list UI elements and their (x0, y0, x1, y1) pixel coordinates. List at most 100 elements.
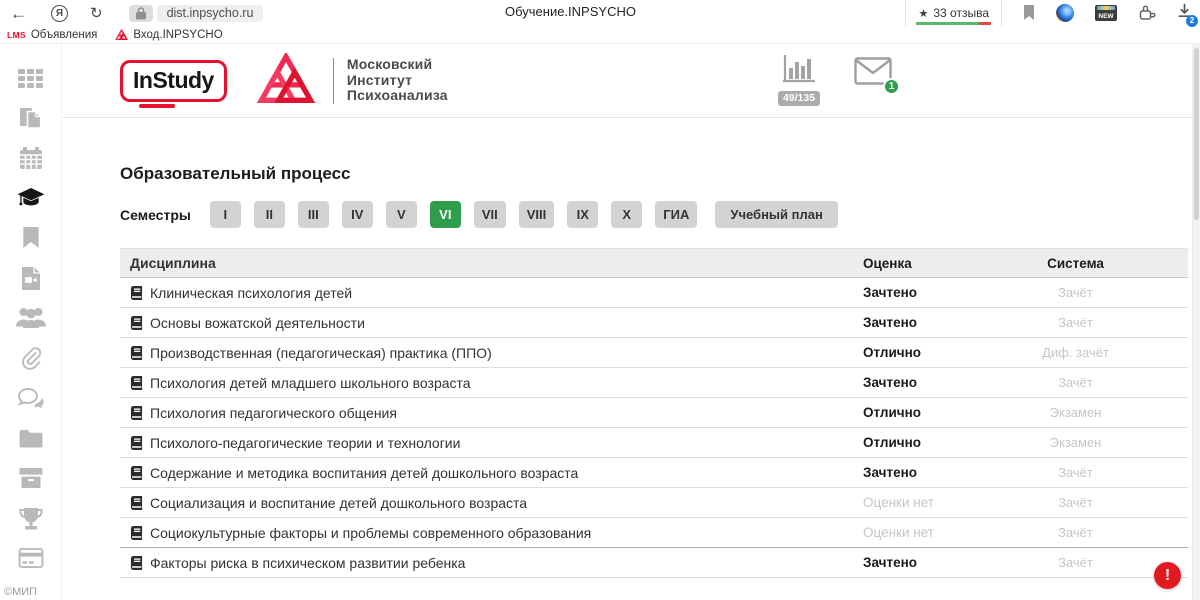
video-file-icon[interactable] (0, 258, 61, 298)
semester-buttons: IIIIIIIVVVIVIIVIIIIXXГИАУчебный план (210, 201, 838, 228)
main-area: InStudy Московский Институт Психоанализа (62, 44, 1200, 600)
discipline-cell[interactable]: Производственная (педагогическая) практи… (120, 345, 863, 361)
grade-cell: Оценки нет (863, 525, 963, 540)
semester-button-II[interactable]: II (254, 201, 285, 228)
yandex-icon[interactable]: Я (51, 5, 68, 22)
table-row[interactable]: Производственная (педагогическая) практи… (120, 338, 1188, 368)
content-area: ©МИП InStudy Московский Институт Психоан… (0, 44, 1200, 600)
bookmark-flag-icon[interactable] (1023, 5, 1035, 21)
discipline-name: Психолого-педагогические теории и технол… (150, 435, 460, 451)
grade-cell: Отлично (863, 345, 963, 360)
table-row[interactable]: Социализация и воспитание детей дошкольн… (120, 488, 1188, 518)
table-row[interactable]: Факторы риска в психическом развитии реб… (120, 548, 1188, 578)
tab-title: Обучение.INPSYCHO (505, 4, 636, 19)
semester-button-Учебный план[interactable]: Учебный план (715, 201, 837, 228)
institute-logo[interactable] (255, 53, 317, 109)
semester-button-IV[interactable]: IV (342, 201, 373, 228)
discipline-name: Психология детей младшего школьного возр… (150, 375, 471, 391)
bookmark-item-inpsycho[interactable]: Вход.INPSYCHO (115, 29, 222, 41)
discipline-cell[interactable]: Содержание и методика воспитания детей д… (120, 465, 863, 481)
book-icon (130, 346, 143, 360)
semester-button-ГИА[interactable]: ГИА (655, 201, 697, 228)
header-divider (333, 58, 334, 104)
semester-button-VII[interactable]: VII (474, 201, 506, 228)
users-icon[interactable] (0, 298, 61, 338)
discipline-name: Основы вожатской деятельности (150, 315, 365, 331)
semester-button-V[interactable]: V (386, 201, 417, 228)
reviews-widget[interactable]: ★ 33 отзыва (905, 0, 1002, 26)
semester-button-III[interactable]: III (298, 201, 329, 228)
scrollbar-thumb[interactable] (1194, 48, 1199, 220)
semester-button-X[interactable]: X (611, 201, 642, 228)
instudy-logo[interactable]: InStudy (120, 60, 227, 102)
system-cell: Зачёт (963, 525, 1188, 540)
table-row[interactable]: Содержание и методика воспитания детей д… (120, 458, 1188, 488)
progress-widget[interactable]: 49/135 (770, 55, 828, 106)
discipline-cell[interactable]: Факторы риска в психическом развитии реб… (120, 555, 863, 571)
grade-cell: Зачтено (863, 465, 963, 480)
grid-icon[interactable] (0, 58, 61, 98)
chart-icon (783, 55, 815, 83)
column-discipline: Дисциплина (120, 255, 863, 271)
discipline-cell[interactable]: Психология детей младшего школьного возр… (120, 375, 863, 391)
grade-cell: Зачтено (863, 555, 963, 570)
lock-icon[interactable] (129, 5, 153, 22)
table-row[interactable]: Социокультурные факторы и проблемы совре… (120, 518, 1188, 548)
url-field[interactable]: dist.inpsycho.ru (157, 5, 264, 22)
chat-icon[interactable] (0, 378, 61, 418)
table-row[interactable]: Психология педагогического общенияОтличн… (120, 398, 1188, 428)
book-icon (130, 466, 143, 480)
system-cell: Экзамен (963, 435, 1188, 450)
discipline-name: Факторы риска в психическом развитии реб… (150, 555, 465, 571)
new-extension-icon[interactable]: NEW (1095, 5, 1117, 21)
refresh-icon[interactable]: ↻ (90, 6, 103, 21)
semester-button-IX[interactable]: IX (567, 201, 598, 228)
mail-widget[interactable]: 1 (854, 57, 892, 90)
table-row[interactable]: Психолого-педагогические теории и технол… (120, 428, 1188, 458)
trophy-icon[interactable] (0, 498, 61, 538)
bookmark-icon[interactable] (0, 218, 61, 258)
discipline-cell[interactable]: Психолого-педагогические теории и технол… (120, 435, 863, 451)
archive-icon[interactable] (0, 458, 61, 498)
system-cell: Экзамен (963, 405, 1188, 420)
table-header: Дисциплина Оценка Система (120, 248, 1188, 278)
discipline-cell[interactable]: Основы вожатской деятельности (120, 315, 863, 331)
browser-toolbar: ← Я ↻ dist.inpsycho.ru Обучение.INPSYCHO… (0, 0, 1200, 26)
discipline-name: Производственная (педагогическая) практи… (150, 345, 492, 361)
attachment-icon[interactable] (0, 338, 61, 378)
discipline-cell[interactable]: Клиническая психология детей (120, 285, 863, 301)
page-scrollbar[interactable] (1192, 44, 1200, 600)
discipline-cell[interactable]: Социокультурные факторы и проблемы совре… (120, 525, 863, 541)
semesters-label: Семестры (120, 207, 191, 223)
gesture-extension-icon[interactable] (1138, 5, 1156, 21)
bookmarks-bar: LMS Объявления Вход.INPSYCHO (0, 26, 1200, 44)
semester-button-I[interactable]: I (210, 201, 241, 228)
table-row[interactable]: Основы вожатской деятельностиЗачтеноЗачё… (120, 308, 1188, 338)
browser-extension-icon[interactable] (1056, 4, 1074, 22)
discipline-name: Содержание и методика воспитания детей д… (150, 465, 578, 481)
valknut-favicon (115, 29, 128, 41)
grade-cell: Отлично (863, 435, 963, 450)
table-row[interactable]: Психология детей младшего школьного возр… (120, 368, 1188, 398)
semester-button-VI[interactable]: VI (430, 201, 461, 228)
back-icon[interactable]: ← (10, 5, 27, 22)
documents-icon[interactable] (0, 98, 61, 138)
semester-button-VIII[interactable]: VIII (519, 201, 555, 228)
discipline-cell[interactable]: Социализация и воспитание детей дошкольн… (120, 495, 863, 511)
bookmark-item-lms[interactable]: LMS Объявления (7, 29, 97, 41)
education-icon[interactable] (0, 178, 61, 218)
rating-bar (916, 22, 991, 25)
table-row[interactable]: Клиническая психология детейЗачтеноЗачёт (120, 278, 1188, 308)
card-icon[interactable] (0, 538, 61, 578)
grade-cell: Зачтено (863, 375, 963, 390)
book-icon (130, 286, 143, 300)
alert-button[interactable]: ! (1154, 562, 1181, 589)
downloads-icon[interactable]: 2 (1177, 3, 1192, 24)
folder-icon[interactable] (0, 418, 61, 458)
book-icon (130, 526, 143, 540)
system-cell: Зачёт (963, 285, 1188, 300)
toolbar-right-cluster: ★ 33 отзыва NEW 2 (905, 0, 1192, 26)
calendar-icon[interactable] (0, 138, 61, 178)
discipline-cell[interactable]: Психология педагогического общения (120, 405, 863, 421)
system-cell: Диф. зачёт (963, 345, 1188, 360)
